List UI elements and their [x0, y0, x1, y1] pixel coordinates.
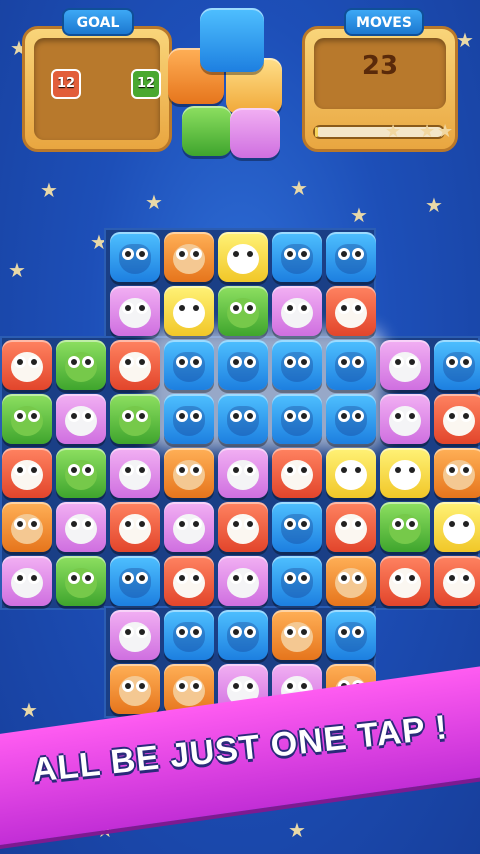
hud-cat-tile: [230, 108, 280, 158]
hedgehog-tile[interactable]: [164, 232, 214, 282]
hedgehog-tile[interactable]: [164, 448, 214, 498]
hud-owl-tile: [200, 8, 264, 72]
goal-panel: 12 12: [22, 26, 172, 152]
kitty-tile[interactable]: [434, 556, 480, 606]
cat-tile[interactable]: [110, 448, 160, 498]
cat-tile[interactable]: [164, 502, 214, 552]
score-progress-fill: [315, 127, 318, 137]
owl-tile[interactable]: [164, 394, 214, 444]
owl-tile[interactable]: [218, 340, 268, 390]
owl-tile[interactable]: [272, 232, 322, 282]
owl-tile[interactable]: [434, 340, 480, 390]
owl-tile[interactable]: [326, 340, 376, 390]
owl-tile[interactable]: [272, 556, 322, 606]
cat-tile[interactable]: [272, 286, 322, 336]
panda-tile[interactable]: [218, 232, 268, 282]
frog-tile[interactable]: [56, 556, 106, 606]
star-decoration: ★: [288, 818, 306, 842]
owl-tile[interactable]: [326, 610, 376, 660]
frog-tile[interactable]: [56, 448, 106, 498]
cat-tile[interactable]: [56, 394, 106, 444]
owl-tile[interactable]: [326, 232, 376, 282]
moves-label: MOVES: [344, 8, 424, 36]
hedgehog-tile[interactable]: [272, 610, 322, 660]
owl-tile[interactable]: [272, 394, 322, 444]
star-decoration: ★: [425, 193, 443, 217]
kitty-tile[interactable]: [326, 286, 376, 336]
star-decoration: ★: [456, 28, 474, 52]
goal-count: 12: [136, 76, 156, 91]
star-decoration: ★: [20, 698, 38, 722]
owl-tile[interactable]: [164, 340, 214, 390]
star-decoration: ★: [145, 190, 163, 214]
cat-tile[interactable]: [380, 340, 430, 390]
moves-count: 23: [361, 51, 399, 81]
moves-panel: 23 ★ ★ ★: [302, 26, 458, 152]
hedgehog-tile[interactable]: [434, 448, 480, 498]
cat-tile[interactable]: [110, 286, 160, 336]
panda-tile[interactable]: [164, 286, 214, 336]
progress-star-icon: ★: [419, 121, 436, 142]
star-decoration: ★: [8, 258, 26, 282]
score-progress-bar: ★ ★ ★: [313, 121, 453, 142]
frog-tile[interactable]: [380, 502, 430, 552]
kitty-tile[interactable]: [380, 556, 430, 606]
kitty-tile[interactable]: [110, 502, 160, 552]
star-decoration: ★: [290, 176, 308, 200]
frog-tile[interactable]: [110, 394, 160, 444]
kitty-tile[interactable]: [218, 502, 268, 552]
owl-tile[interactable]: [218, 394, 268, 444]
kitty-tile[interactable]: [326, 502, 376, 552]
owl-tile[interactable]: [110, 232, 160, 282]
hud-frog-tile: [182, 106, 232, 156]
cat-tile[interactable]: [2, 556, 52, 606]
owl-tile[interactable]: [326, 394, 376, 444]
cat-tile[interactable]: [56, 502, 106, 552]
goal-count: 12: [56, 76, 76, 91]
star-decoration: ★: [40, 178, 58, 202]
owl-tile[interactable]: [272, 340, 322, 390]
star-decoration: ★: [350, 203, 368, 227]
cat-tile[interactable]: [218, 448, 268, 498]
goal-item-frog: 12: [131, 69, 161, 99]
goal-label: GOAL: [62, 8, 134, 36]
kitty-tile[interactable]: [2, 340, 52, 390]
goal-item-kitty: 12: [51, 69, 81, 99]
kitty-tile[interactable]: [272, 448, 322, 498]
kitty-tile[interactable]: [164, 556, 214, 606]
panda-tile[interactable]: [380, 448, 430, 498]
kitty-tile[interactable]: [434, 394, 480, 444]
owl-tile[interactable]: [164, 610, 214, 660]
hedgehog-tile[interactable]: [326, 556, 376, 606]
cat-tile[interactable]: [380, 394, 430, 444]
owl-tile[interactable]: [110, 556, 160, 606]
hedgehog-tile[interactable]: [110, 664, 160, 714]
panda-tile[interactable]: [434, 502, 480, 552]
panda-tile[interactable]: [326, 448, 376, 498]
hud: 12 12 GOAL 23 ★ ★ ★ MOVES: [22, 8, 458, 168]
progress-star-icon: ★: [385, 121, 402, 142]
owl-tile[interactable]: [272, 502, 322, 552]
hedgehog-tile[interactable]: [2, 502, 52, 552]
frog-tile[interactable]: [56, 340, 106, 390]
kitty-tile[interactable]: [2, 448, 52, 498]
kitty-tile[interactable]: [110, 340, 160, 390]
progress-star-icon: ★: [437, 121, 454, 142]
cat-tile[interactable]: [110, 610, 160, 660]
frog-tile[interactable]: [218, 286, 268, 336]
cat-tile[interactable]: [218, 556, 268, 606]
owl-tile[interactable]: [218, 610, 268, 660]
frog-tile[interactable]: [2, 394, 52, 444]
